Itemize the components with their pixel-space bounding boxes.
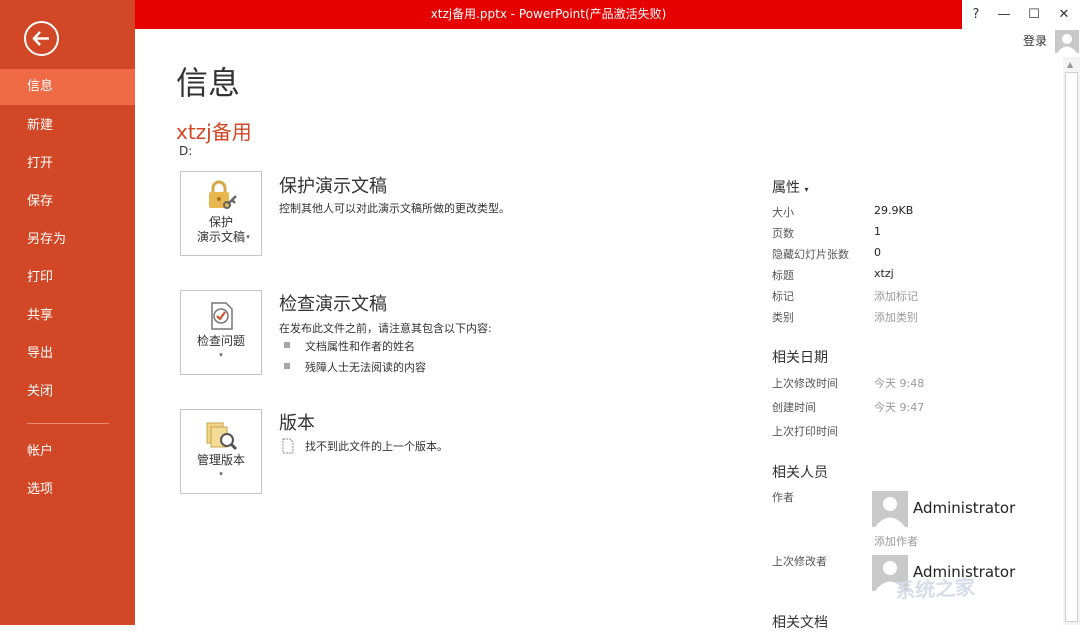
window-titlebar: xtzj备用.pptx - PowerPoint(产品激活失败) — [135, 0, 962, 29]
nav-save-as[interactable]: 另存为 — [0, 222, 135, 258]
add-author-link[interactable]: 添加作者 — [874, 533, 918, 549]
nav-account[interactable]: 帐户 — [0, 434, 135, 470]
minimize-button[interactable]: — — [990, 0, 1018, 29]
user-avatar-icon[interactable] — [1055, 30, 1079, 53]
protect-presentation-button[interactable]: 保护 演示文稿 ▾ — [180, 171, 262, 256]
manage-versions-button[interactable]: 管理版本 ▾ — [180, 409, 262, 494]
nav-info[interactable]: 信息 — [0, 69, 135, 105]
property-value: 1 — [874, 225, 881, 238]
check-issues-button[interactable]: 检查问题 ▾ — [180, 290, 262, 375]
nav-save[interactable]: 保存 — [0, 184, 135, 220]
help-button[interactable]: ? — [962, 0, 990, 29]
property-label: 隐藏幻灯片张数 — [772, 248, 849, 261]
document-path[interactable]: D: — [179, 144, 192, 158]
related-dates-header: 相关日期 — [772, 350, 828, 366]
chevron-down-icon: ▾ — [219, 351, 223, 359]
nav-print[interactable]: 打印 — [0, 260, 135, 296]
back-arrow-icon — [32, 31, 49, 46]
scroll-up-icon[interactable]: ▲ — [1067, 60, 1073, 69]
inspect-bullet-item: 残障人士无法阅读的内容 — [305, 361, 426, 374]
check-issues-label: 检查问题 — [196, 334, 245, 348]
inspect-bullet-item: 文档属性和作者的姓名 — [305, 340, 415, 353]
property-value: 29.9KB — [874, 204, 914, 217]
inspect-section-title: 检查演示文稿 — [279, 294, 387, 315]
nav-export[interactable]: 导出 — [0, 336, 135, 372]
date-value: 今天 9:48 — [874, 377, 925, 390]
document-name: xtzj备用 — [176, 120, 252, 144]
versions-section-desc: 找不到此文件的上一个版本。 — [305, 440, 448, 453]
inspect-section-desc: 在发布此文件之前，请注意其包含以下内容: — [279, 322, 492, 335]
chevron-down-icon: ▾ — [804, 185, 809, 194]
related-people-header: 相关人员 — [772, 465, 828, 481]
related-documents-header: 相关文档 — [772, 615, 828, 631]
nav-open[interactable]: 打开 — [0, 146, 135, 182]
sign-in-link[interactable]: 登录 — [1023, 32, 1047, 49]
page-title: 信息 — [176, 64, 241, 102]
manage-versions-label: 管理版本 — [196, 453, 245, 467]
property-label: 类别 — [772, 311, 794, 324]
title-field[interactable]: xtzj — [874, 267, 894, 280]
chevron-down-icon: ▾ — [219, 470, 223, 478]
author-name[interactable]: Administrator — [913, 499, 1015, 517]
property-value: 0 — [874, 246, 881, 259]
property-label: 标题 — [772, 269, 794, 282]
protect-section-desc: 控制其他人可以对此演示文稿所做的更改类型。 — [279, 202, 510, 215]
window-title: xtzj备用.pptx - PowerPoint(产品激活失败) — [430, 7, 667, 21]
date-label: 上次打印时间 — [772, 425, 838, 438]
bullet-icon — [284, 342, 290, 348]
watermark-logo: 系统之家 — [894, 574, 976, 604]
nav-share[interactable]: 共享 — [0, 298, 135, 334]
property-label: 页数 — [772, 227, 794, 240]
categories-field[interactable]: 添加类别 — [874, 309, 918, 325]
close-window-button[interactable]: ✕ — [1050, 0, 1078, 29]
versions-section-title: 版本 — [279, 413, 315, 434]
inspect-document-icon — [211, 302, 233, 330]
maximize-button[interactable]: ☐ — [1020, 0, 1048, 29]
backstage-sidebar: 信息 新建 打开 保存 另存为 打印 共享 导出 关闭 帐户 选项 — [0, 0, 135, 625]
nav-options[interactable]: 选项 — [0, 472, 135, 508]
last-modified-by-label: 上次修改者 — [772, 555, 827, 568]
property-label: 标记 — [772, 290, 794, 303]
nav-close[interactable]: 关闭 — [0, 374, 135, 410]
date-label: 上次修改时间 — [772, 377, 838, 390]
nav-new[interactable]: 新建 — [0, 108, 135, 144]
property-label: 大小 — [772, 206, 794, 219]
date-label: 创建时间 — [772, 401, 816, 414]
chevron-down-icon: ▾ — [246, 233, 250, 241]
scrollbar-thumb[interactable] — [1065, 72, 1078, 622]
window-controls: ? — ☐ ✕ — [962, 0, 1080, 29]
tags-field[interactable]: 添加标记 — [874, 288, 918, 304]
properties-header[interactable]: 属性 ▾ — [772, 177, 808, 197]
author-avatar-icon — [872, 491, 908, 527]
lock-key-icon — [209, 180, 237, 209]
protect-section-title: 保护演示文稿 — [279, 176, 387, 197]
bullet-icon — [284, 363, 290, 369]
date-value: 今天 9:47 — [874, 401, 925, 414]
manage-versions-icon — [206, 422, 238, 451]
author-label: 作者 — [772, 491, 794, 504]
protect-button-label-1: 保护 — [208, 215, 233, 229]
sidebar-divider — [27, 423, 109, 424]
back-button[interactable] — [24, 21, 59, 56]
properties-header-label: 属性 — [772, 180, 800, 196]
document-icon — [282, 438, 294, 454]
